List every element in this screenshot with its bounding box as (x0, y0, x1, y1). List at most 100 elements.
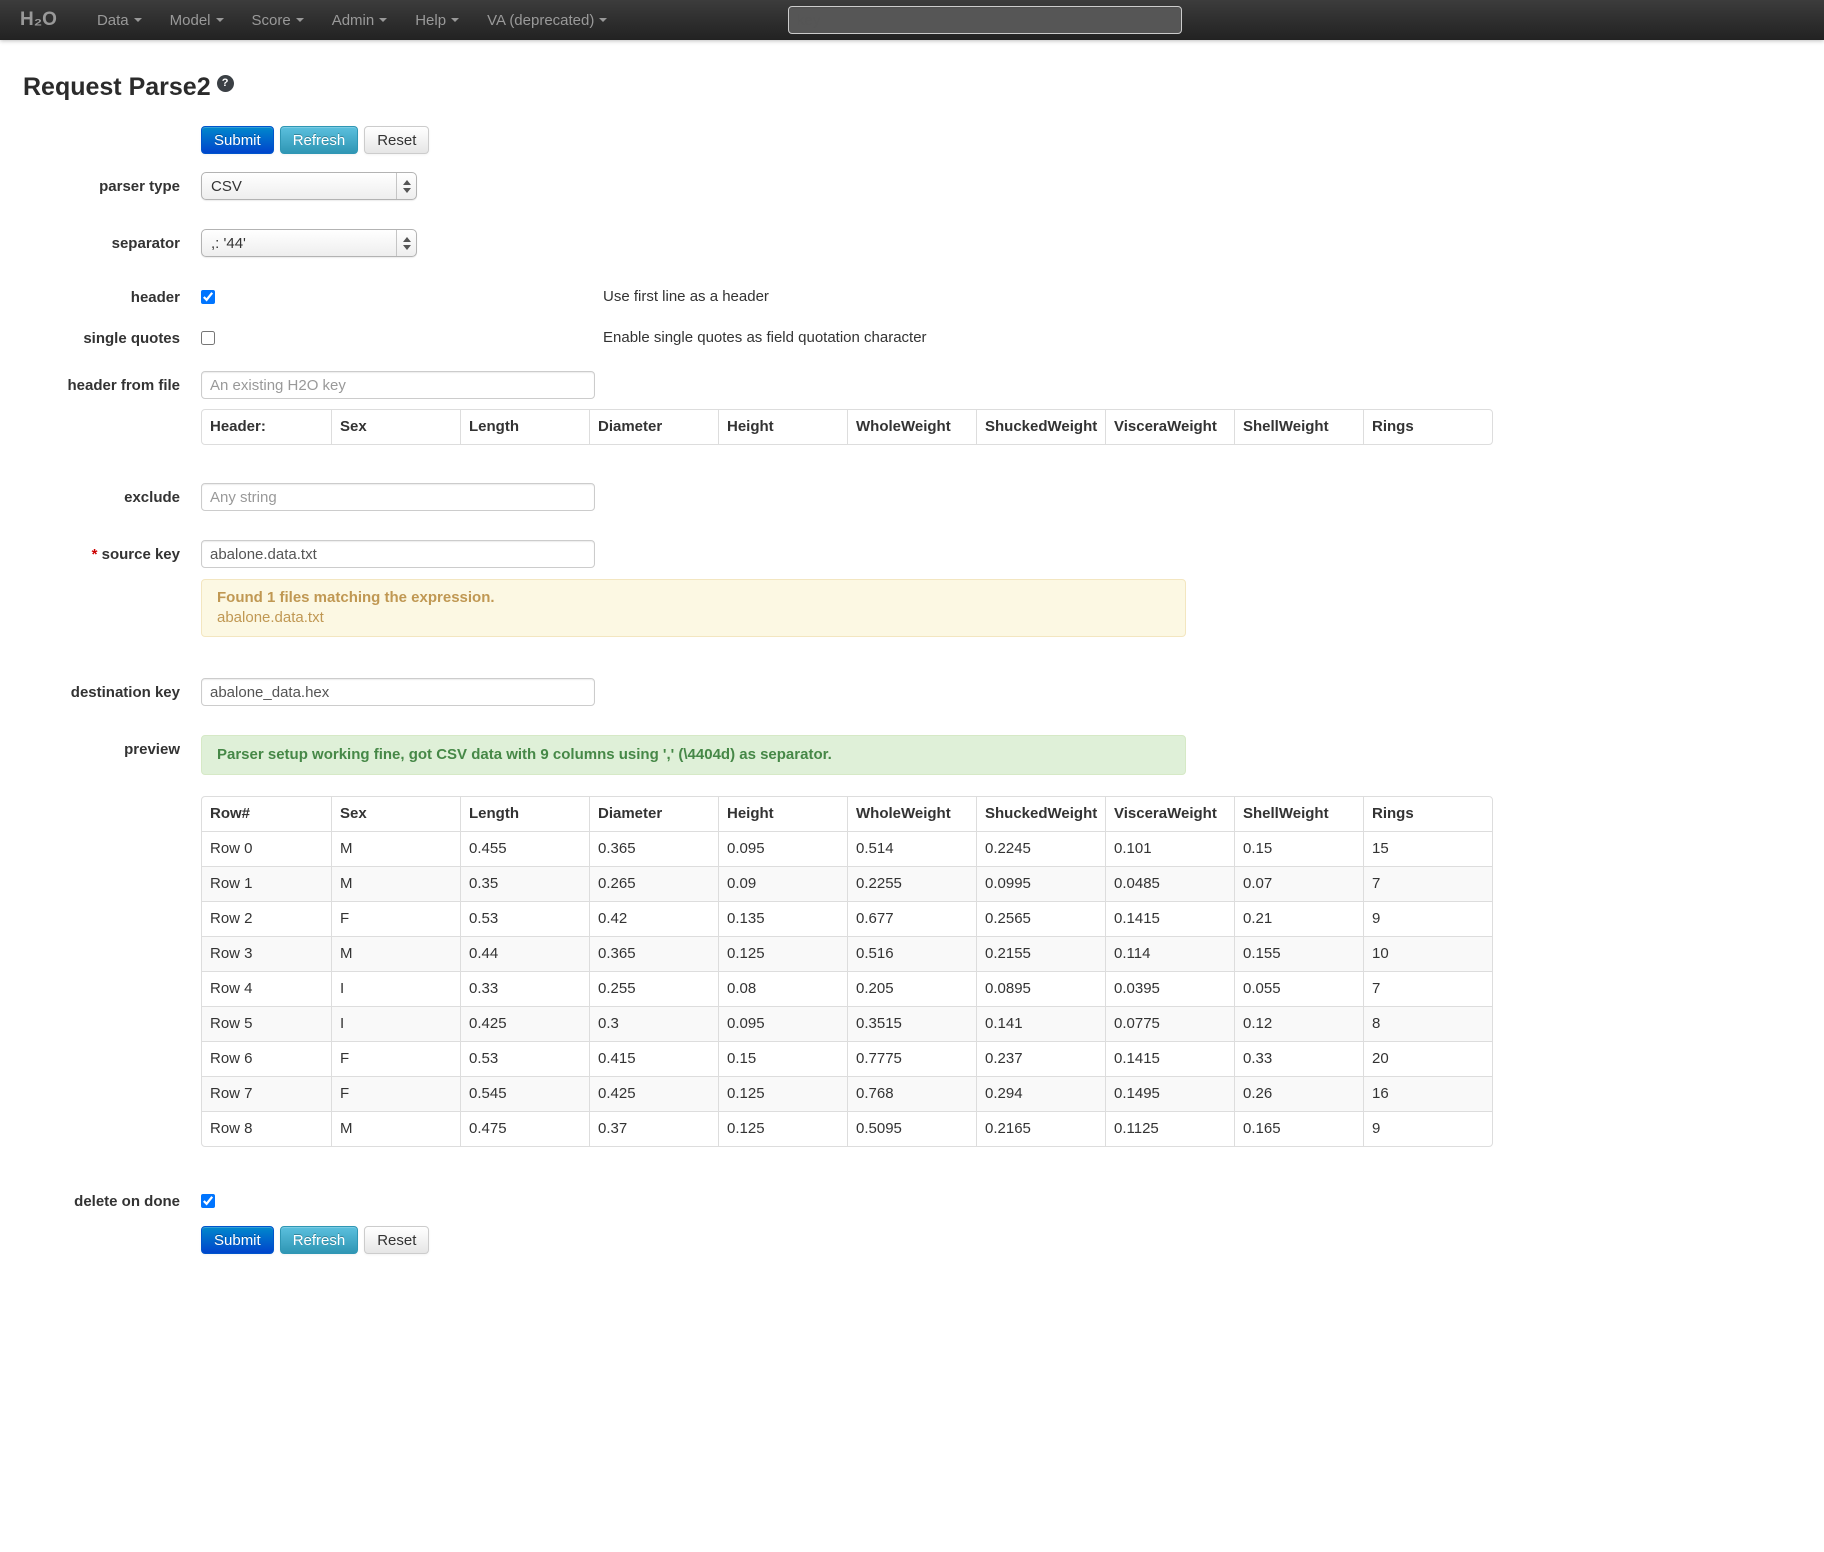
destination-key-label: destination key (0, 678, 180, 706)
table-cell: 0.545 (460, 1076, 589, 1111)
header-row: header Use first line as a header (0, 287, 1824, 306)
column-header: VisceraWeight (1105, 410, 1234, 444)
table-cell: 0.15 (1234, 831, 1363, 866)
table-cell: 0.365 (589, 831, 718, 866)
single-quotes-label: single quotes (0, 328, 180, 347)
column-header: Sex (331, 410, 460, 444)
table-cell: 0.53 (460, 1041, 589, 1076)
table-cell: 0.135 (718, 901, 847, 936)
reset-button[interactable]: Reset (364, 126, 429, 154)
table-cell: 0.141 (976, 1006, 1105, 1041)
top-actions: Submit Refresh Reset (201, 126, 1824, 154)
table-cell: 0.677 (847, 901, 976, 936)
table-cell: 0.0395 (1105, 971, 1234, 1006)
table-cell: 0.1495 (1105, 1076, 1234, 1111)
header-from-file-input[interactable] (201, 371, 595, 399)
header-table-container: Header:SexLengthDiameterHeightWholeWeigh… (201, 409, 1824, 445)
h2o-logo[interactable]: H₂O (20, 9, 57, 31)
parser-type-value: CSV (211, 178, 396, 195)
table-cell: 16 (1363, 1076, 1492, 1111)
nav-admin[interactable]: Admin (318, 2, 402, 39)
source-key-input[interactable] (201, 540, 595, 568)
header-label: header (0, 287, 180, 306)
table-cell: 0.42 (589, 901, 718, 936)
table-cell: M (331, 936, 460, 971)
table-cell: 0.425 (589, 1076, 718, 1111)
select-stepper-icon (396, 230, 416, 256)
submit-button[interactable]: Submit (201, 1226, 274, 1254)
table-cell: Row 7 (202, 1076, 331, 1111)
table-cell: 0.7775 (847, 1041, 976, 1076)
table-cell: 7 (1363, 866, 1492, 901)
table-cell: 0.5095 (847, 1111, 976, 1146)
table-cell: 0.514 (847, 831, 976, 866)
table-row: Row 5I0.4250.30.0950.35150.1410.07750.12… (202, 1006, 1492, 1041)
column-header: Length (460, 410, 589, 444)
parser-type-label: parser type (0, 172, 180, 200)
single-quotes-checkbox[interactable] (201, 331, 215, 345)
header-from-file-label: header from file (0, 371, 180, 399)
exclude-label: exclude (0, 483, 180, 511)
table-cell: 0.26 (1234, 1076, 1363, 1111)
separator-value: ,: '44' (211, 235, 396, 252)
nav-va-deprecated[interactable]: VA (deprecated) (473, 2, 621, 39)
delete-on-done-checkbox[interactable] (201, 1194, 215, 1208)
nav-score[interactable]: Score (238, 2, 318, 39)
source-key-label-text: source key (102, 546, 180, 563)
table-cell: Row 0 (202, 831, 331, 866)
caret-down-icon (599, 18, 607, 22)
table-cell: Row 2 (202, 901, 331, 936)
table-cell: 0.08 (718, 971, 847, 1006)
table-cell: 0.265 (589, 866, 718, 901)
nav-help[interactable]: Help (401, 2, 473, 39)
table-cell: I (331, 1006, 460, 1041)
header-help-text: Use first line as a header (603, 288, 769, 305)
preview-label: preview (0, 735, 180, 775)
table-cell: 7 (1363, 971, 1492, 1006)
header-checkbox[interactable] (201, 290, 215, 304)
reset-button[interactable]: Reset (364, 1226, 429, 1254)
delete-on-done-label: delete on done (0, 1191, 180, 1210)
table-cell: 0.425 (460, 1006, 589, 1041)
table-row: Row 2F0.530.420.1350.6770.25650.14150.21… (202, 901, 1492, 936)
table-cell: 0.33 (460, 971, 589, 1006)
table-cell: M (331, 831, 460, 866)
table-row: Row 3M0.440.3650.1250.5160.21550.1140.15… (202, 936, 1492, 971)
nav-model-label: Model (170, 12, 211, 29)
table-cell: 0.2165 (976, 1111, 1105, 1146)
table-cell: Row 3 (202, 936, 331, 971)
column-header: Height (718, 797, 847, 831)
separator-select[interactable]: ,: '44' (201, 229, 417, 257)
source-match-file: abalone.data.txt (217, 608, 1170, 628)
nav-data-label: Data (97, 12, 129, 29)
destination-key-input[interactable] (201, 678, 595, 706)
help-icon[interactable]: ? (217, 75, 234, 92)
header-from-file-row: header from file (0, 371, 1824, 399)
column-header: Header: (202, 410, 331, 444)
table-cell: M (331, 1111, 460, 1146)
table-cell: 0.516 (847, 936, 976, 971)
parser-type-row: parser type CSV (0, 172, 1824, 200)
table-row: Row 4I0.330.2550.080.2050.08950.03950.05… (202, 971, 1492, 1006)
table-header-row: Header:SexLengthDiameterHeightWholeWeigh… (202, 410, 1492, 444)
submit-button[interactable]: Submit (201, 126, 274, 154)
table-cell: I (331, 971, 460, 1006)
table-cell: 0.125 (718, 936, 847, 971)
nav-model[interactable]: Model (156, 2, 238, 39)
navbar-search-input[interactable] (788, 6, 1182, 34)
table-cell: 0.155 (1234, 936, 1363, 971)
nav-data[interactable]: Data (83, 2, 156, 39)
refresh-button[interactable]: Refresh (280, 126, 359, 154)
column-header: Length (460, 797, 589, 831)
bottom-actions: Submit Refresh Reset (201, 1226, 1824, 1254)
table-cell: 0.0485 (1105, 866, 1234, 901)
table-cell: 0.0895 (976, 971, 1105, 1006)
table-row: Row 7F0.5450.4250.1250.7680.2940.14950.2… (202, 1076, 1492, 1111)
table-cell: 0.294 (976, 1076, 1105, 1111)
table-cell: 0.0995 (976, 866, 1105, 901)
table-row: Row 1M0.350.2650.090.22550.09950.04850.0… (202, 866, 1492, 901)
exclude-input[interactable] (201, 483, 595, 511)
preview-table-container: Row#SexLengthDiameterHeightWholeWeightSh… (201, 796, 1824, 1147)
refresh-button[interactable]: Refresh (280, 1226, 359, 1254)
parser-type-select[interactable]: CSV (201, 172, 417, 200)
